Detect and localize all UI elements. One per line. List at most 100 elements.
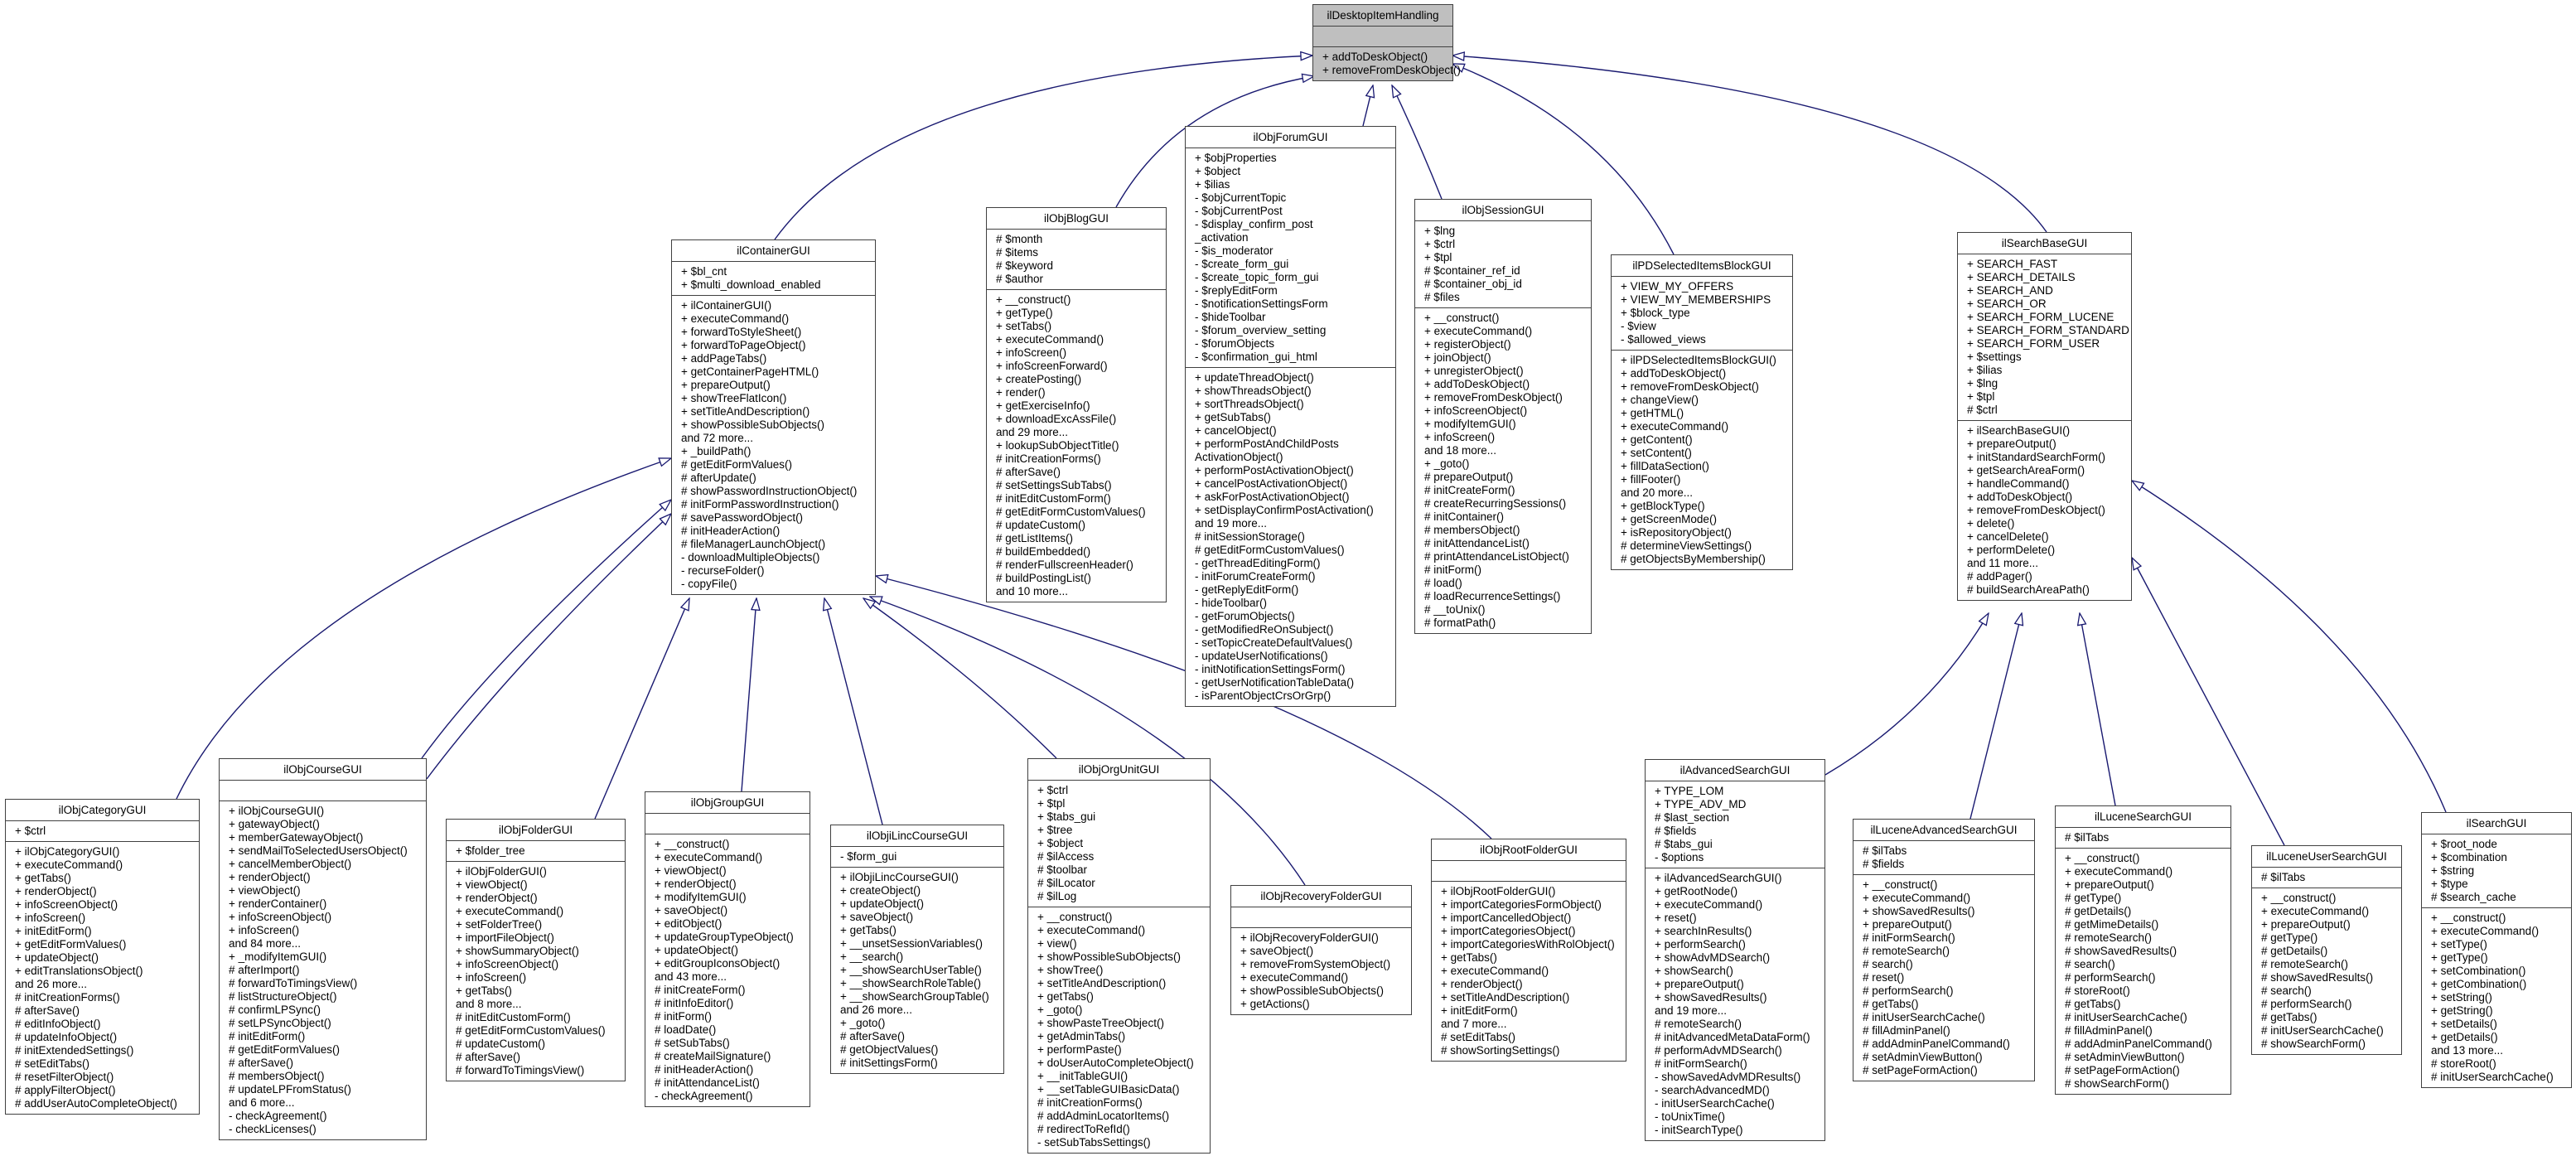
method: # buildPostingList() [996,572,1091,584]
attribute: + $object [1037,837,1084,849]
method: + view() [1037,937,1077,950]
method: # membersObject() [1424,524,1520,536]
method: + __showSearchRoleTable() [840,977,981,989]
method: + executeCommand() [15,859,123,871]
class-name: ilAdvancedSearchGUI [1646,760,1824,781]
method: + getSubTabs() [1195,411,1271,423]
class-box-il-advanced-search-gui[interactable]: ilAdvancedSearchGUI + TYPE_LOM + TYPE_ADV_… [1645,759,1825,1141]
method: - initNotificationSettingsForm() [1195,663,1346,675]
method: + renderObject() [456,892,538,904]
attribute: - $forum_overview_setting [1195,324,1327,336]
method: # getObjectsByMembership() [1621,553,1766,565]
class-box-il-obj-group-gui[interactable]: ilObjGroupGUI + __construct() + executeCom… [645,791,810,1107]
attribute: # $author [996,273,1044,285]
method: + ilSearchBaseGUI() [1967,424,2071,437]
method: + modifyItemGUI() [1424,418,1516,430]
class-box-il-obj-recovery-folder-gui[interactable]: ilObjRecoveryFolderGUI + ilObjRecoveryFol… [1230,885,1412,1015]
class-box-il-desktop-item-handling[interactable]: ilDesktopItemHandling + addToDeskObject()… [1312,4,1461,81]
class-box-il-lucene-user-search-gui[interactable]: ilLuceneUserSearchGUI # $ilTabs + __constr… [2251,845,2402,1055]
method: and 7 more... [1441,1018,1507,1030]
class-box-il-obj-category-gui[interactable]: ilObjCategoryGUI + $ctrl + ilObjCategoryGU… [5,799,200,1115]
class-box-il-obj-session-gui[interactable]: ilObjSessionGUI + $lng + $ctrl + $tpl # $con… [1414,199,1592,634]
method: # getEditFormValues() [681,458,793,471]
class-box-il-obj-blog-gui[interactable]: ilObjBlogGUI # $month # $items # $keyword # … [986,207,1167,602]
method: # search() [1863,958,1913,970]
class-box-il-obj-folder-gui[interactable]: ilObjFolderGUI + $folder_tree + ilObjFolde… [446,819,626,1081]
attributes-section: + $ctrl + $tpl + $tabs_gui + $tree + $object… [1028,781,1210,907]
method: # afterSave() [456,1051,521,1063]
method: # afterSave() [840,1030,906,1042]
method: + showSavedResults() [1655,991,1767,1004]
class-name: ilObjSessionGUI [1415,200,1591,221]
methods-section: + ilContainerGUI() + executeCommand() + fo… [672,296,875,594]
attributes-section: + $ctrl [6,821,199,842]
attributes-section: # $ilTabs [2252,868,2401,888]
class-box-il-obji-linc-course-gui[interactable]: ilObjiLincCourseGUI - $form_gui + ilObjiLi… [830,825,1004,1074]
attribute: + $tpl [1037,797,1066,810]
attribute: + SEARCH_AND [1967,284,2053,297]
method: + unregisterObject() [1424,365,1524,377]
class-name: ilPDSelectedItemsBlockGUI [1612,255,1792,277]
method: + showPossibleSubObjects() [681,418,824,431]
inheritance-edge-il-obj-group-gui-to-il-container-gui [741,598,756,792]
attribute: - $objCurrentPost [1195,205,1283,217]
method: # getTabs() [2261,1011,2317,1023]
attribute: - $forumObjects [1195,337,1275,350]
method: + cancelObject() [1195,424,1277,437]
method: # getObjectValues() [840,1043,939,1056]
attribute: - $form_gui [840,850,897,863]
method: + downloadExcAssFile() [996,413,1117,425]
method: + getEditFormValues() [15,938,127,950]
attribute: # $month [996,233,1043,245]
class-box-il-lucene-advanced-search-gui[interactable]: ilLuceneAdvancedSearchGUI # $ilTabs # $fie… [1853,819,2035,1081]
class-box-il-obj-root-folder-gui[interactable]: ilObjRootFolderGUI + ilObjRootFolderGUI()… [1431,839,1626,1062]
method: # setSubTabs() [655,1037,730,1049]
method: # setAdminViewButton() [1863,1051,1983,1063]
method: # initContainer() [1424,510,1505,523]
method: # showSearchForm() [2261,1037,2366,1050]
method: + setTitleAndDescription() [1037,977,1167,989]
attributes-section: + VIEW_MY_OFFERS + VIEW_MY_MEMBERSHIPS + $… [1612,277,1792,351]
class-box-il-search-base-gui[interactable]: ilSearchBaseGUI + SEARCH_FAST + SEARCH_DET… [1957,232,2132,601]
attribute: # $ilTabs [2065,831,2110,844]
method: # performAdvMDSearch() [1655,1044,1782,1057]
class-box-il-obj-org-unit-gui[interactable]: ilObjOrgUnitGUI + $ctrl + $tpl + $tabs_gui +… [1027,758,1211,1154]
method: + ilObjCourseGUI() [229,805,325,817]
method: # getListItems() [996,532,1074,544]
method: + cancelDelete() [1967,530,2049,543]
method: + setTitleAndDescription() [681,405,810,418]
method: + executeCommand() [1424,325,1533,337]
method: and 19 more... [1655,1004,1728,1017]
method: + modifyItemGUI() [655,891,747,903]
attribute: + SEARCH_FORM_STANDARD [1967,324,2129,336]
attributes-section: + SEARCH_FAST + SEARCH_DETAILS + SEARCH_AN… [1958,254,2131,421]
method: + viewObject() [655,864,727,877]
attribute: # $ilLog [1037,890,1077,902]
attributes-section [1231,907,1411,928]
attribute: # $fields [1863,858,1905,870]
method: - setTopicCreateDefaultValues() [1195,636,1353,649]
method: + removeFromDeskObject() [1424,391,1563,404]
method: + prepareOutput() [1967,438,2056,450]
method: + removeFromDeskObject() [1621,380,1759,393]
methods-section: + __construct() + executeCommand() + view(… [1028,907,1210,1153]
class-box-il-search-gui[interactable]: ilSearchGUI + $root_node + $combination + $… [2421,812,2572,1088]
method: + showTree() [1037,964,1104,976]
class-box-il-container-gui[interactable]: ilContainerGUI + $bl_cnt + $multi_download… [671,239,876,595]
attribute: + SEARCH_FAST [1967,258,2058,270]
attribute: + $folder_tree [456,844,525,857]
method: # formatPath() [1424,617,1496,629]
class-box-il-obj-forum-gui[interactable]: ilObjForumGUI + $objProperties + $object + … [1185,126,1396,707]
method: + renderObject() [1441,978,1523,990]
method: # getTabs() [1863,998,1919,1010]
method: + setDisplayConfirmPostActivation() [1195,504,1374,516]
method: + createPosting() [996,373,1082,385]
method: + getBlockType() [1621,500,1705,512]
class-box-il-lucene-search-gui[interactable]: ilLuceneSearchGUI # $ilTabs + __construct(… [2055,805,2231,1095]
method: + performPostAndChildPosts [1195,438,1339,450]
attribute: # $items [996,246,1039,259]
class-box-il-pdselected-items-block-gui[interactable]: ilPDSelectedItemsBlockGUI + VIEW_MY_OFFER… [1611,254,1793,570]
methods-section: + __construct() + getType() + setTabs() + e… [987,290,1166,602]
method: + setFolderTree() [456,918,543,931]
class-box-il-obj-course-gui[interactable]: ilObjCourseGUI + ilObjCourseGUI() + gatewa… [219,758,427,1140]
